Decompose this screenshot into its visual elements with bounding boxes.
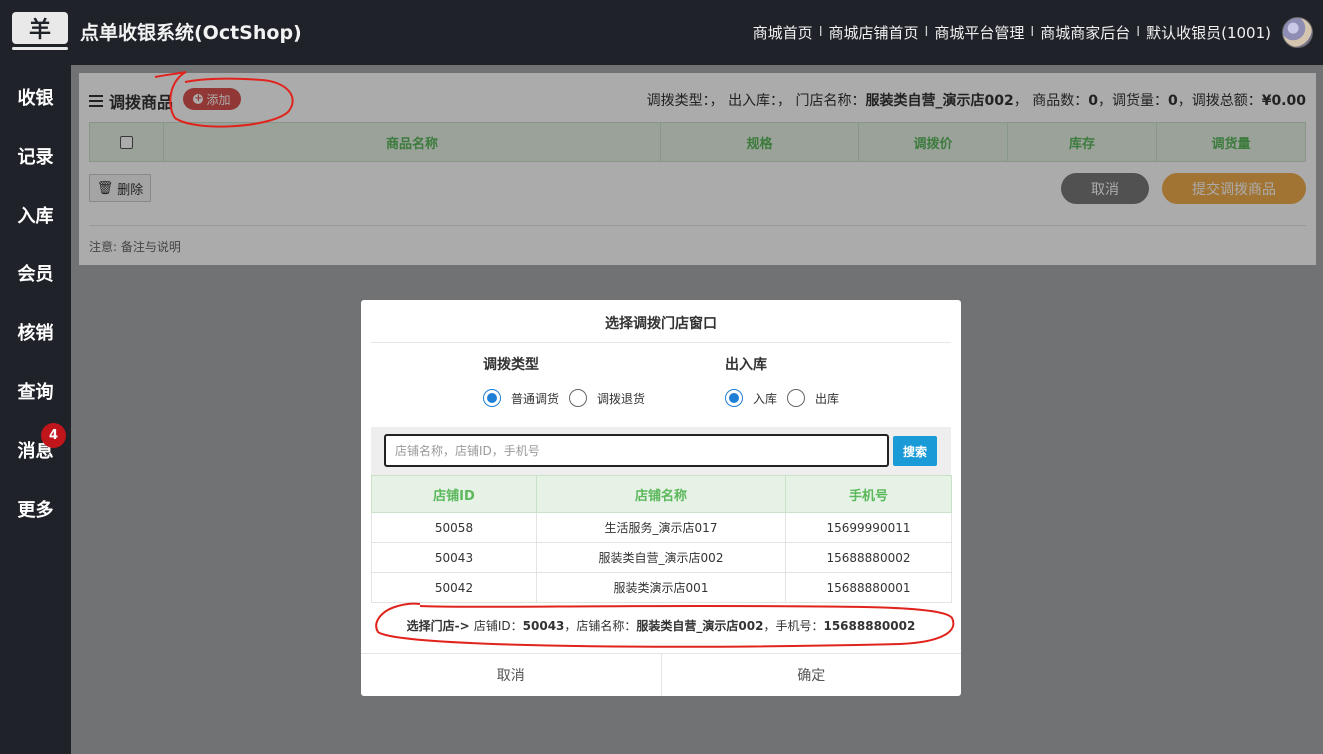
- nav-mall-home[interactable]: 商城首页: [753, 22, 813, 43]
- radio-normal-transfer-label[interactable]: 普通调货: [511, 390, 559, 407]
- phone-cell: 15688880002: [785, 542, 952, 573]
- sidebar-item-checkout[interactable]: 收银: [0, 84, 71, 110]
- phone-cell: 15699990011: [785, 512, 952, 543]
- sidebar-item-query[interactable]: 查询: [0, 378, 71, 404]
- transfer-type-label: 调拨类型: [483, 357, 539, 373]
- store-search-input[interactable]: [384, 434, 889, 467]
- radio-stock-in[interactable]: [725, 389, 743, 407]
- radio-stock-in-label[interactable]: 入库: [753, 390, 777, 407]
- nav-separator: I: [818, 25, 823, 40]
- nav-store-home[interactable]: 商城店铺首页: [829, 22, 919, 43]
- nav-platform-admin[interactable]: 商城平台管理: [934, 22, 1024, 43]
- store-name-cell: 服装类自营_演示店002: [536, 542, 786, 573]
- radio-transfer-return-label[interactable]: 调拨退货: [597, 390, 645, 407]
- logo-glyph: 羊: [28, 18, 51, 43]
- selected-phone-label: ，手机号：: [763, 619, 824, 633]
- nav-separator: I: [1030, 25, 1035, 40]
- sidebar-item-more[interactable]: 更多: [0, 496, 71, 522]
- nav-cashier-user[interactable]: 默认收银员(1001): [1146, 22, 1271, 43]
- dialog-cancel-button[interactable]: 取消: [361, 654, 662, 696]
- app-title: 点单收银系统(OctShop): [80, 22, 302, 44]
- col-phone: 手机号: [785, 475, 952, 513]
- select-store-dialog: 选择调拨门店窗口 调拨类型 普通调货 调拨退货 出入库 入库 出库 搜索 店铺I…: [361, 300, 961, 696]
- store-name-cell: 生活服务_演示店017: [536, 512, 786, 543]
- sidebar: 收银 记录 入库 会员 核销 查询 消息 4 更多: [0, 65, 71, 754]
- store-name-cell: 服装类演示店001: [536, 572, 786, 603]
- table-row[interactable]: 50042 服装类演示店001 15688880001: [371, 572, 952, 603]
- store-table: 店铺ID 店铺名称 手机号 50058 生活服务_演示店017 15699990…: [371, 475, 952, 603]
- store-id-cell: 50043: [371, 542, 537, 573]
- selected-id-label: 店铺ID：: [473, 619, 523, 633]
- radio-stock-out[interactable]: [787, 389, 805, 407]
- search-button[interactable]: 搜索: [893, 436, 937, 466]
- top-header: 羊 点单收银系统(OctShop) 商城首页 I 商城店铺首页 I 商城平台管理…: [0, 0, 1323, 65]
- radio-transfer-return[interactable]: [569, 389, 587, 407]
- selected-id: 50043: [522, 619, 565, 633]
- dialog-divider: [371, 342, 951, 343]
- selected-store-info: 选择门店-> 店铺ID：50043，店铺名称：服装类自营_演示店002，手机号：…: [361, 617, 961, 634]
- dialog-footer: 取消 确定: [361, 653, 961, 696]
- dialog-title: 选择调拨门店窗口: [605, 316, 717, 332]
- sidebar-item-records[interactable]: 记录: [0, 143, 71, 169]
- table-row[interactable]: 50058 生活服务_演示店017 15699990011: [371, 512, 952, 543]
- col-store-id: 店铺ID: [371, 475, 537, 513]
- col-store-name: 店铺名称: [536, 475, 786, 513]
- nav-separator: I: [1136, 25, 1141, 40]
- store-id-cell: 50042: [371, 572, 537, 603]
- store-table-header: 店铺ID 店铺名称 手机号: [371, 475, 952, 513]
- store-search-bar: 搜索: [371, 427, 951, 475]
- selected-prefix: 选择门店->: [406, 619, 474, 633]
- sidebar-item-stock-in[interactable]: 入库: [0, 202, 71, 228]
- avatar[interactable]: [1282, 17, 1313, 48]
- messages-badge: 4: [41, 423, 66, 448]
- selected-phone: 15688880002: [823, 619, 916, 633]
- nav-separator: I: [924, 25, 929, 40]
- top-nav: 商城首页 I 商城店铺首页 I 商城平台管理 I 商城商家后台 I 默认收银员(…: [753, 22, 1271, 43]
- store-id-cell: 50058: [371, 512, 537, 543]
- selected-name-label: ，店铺名称：: [564, 619, 637, 633]
- nav-merchant-backend[interactable]: 商城商家后台: [1040, 22, 1130, 43]
- table-row[interactable]: 50043 服装类自营_演示店002 15688880002: [371, 542, 952, 573]
- sidebar-item-members[interactable]: 会员: [0, 260, 71, 286]
- radio-normal-transfer[interactable]: [483, 389, 501, 407]
- app-logo[interactable]: 羊: [12, 12, 68, 50]
- io-label: 出入库: [725, 357, 767, 373]
- sidebar-item-verify[interactable]: 核销: [0, 319, 71, 345]
- phone-cell: 15688880001: [785, 572, 952, 603]
- selected-name: 服装类自营_演示店002: [636, 619, 764, 633]
- radio-stock-out-label[interactable]: 出库: [815, 390, 839, 407]
- dialog-confirm-button[interactable]: 确定: [662, 654, 962, 696]
